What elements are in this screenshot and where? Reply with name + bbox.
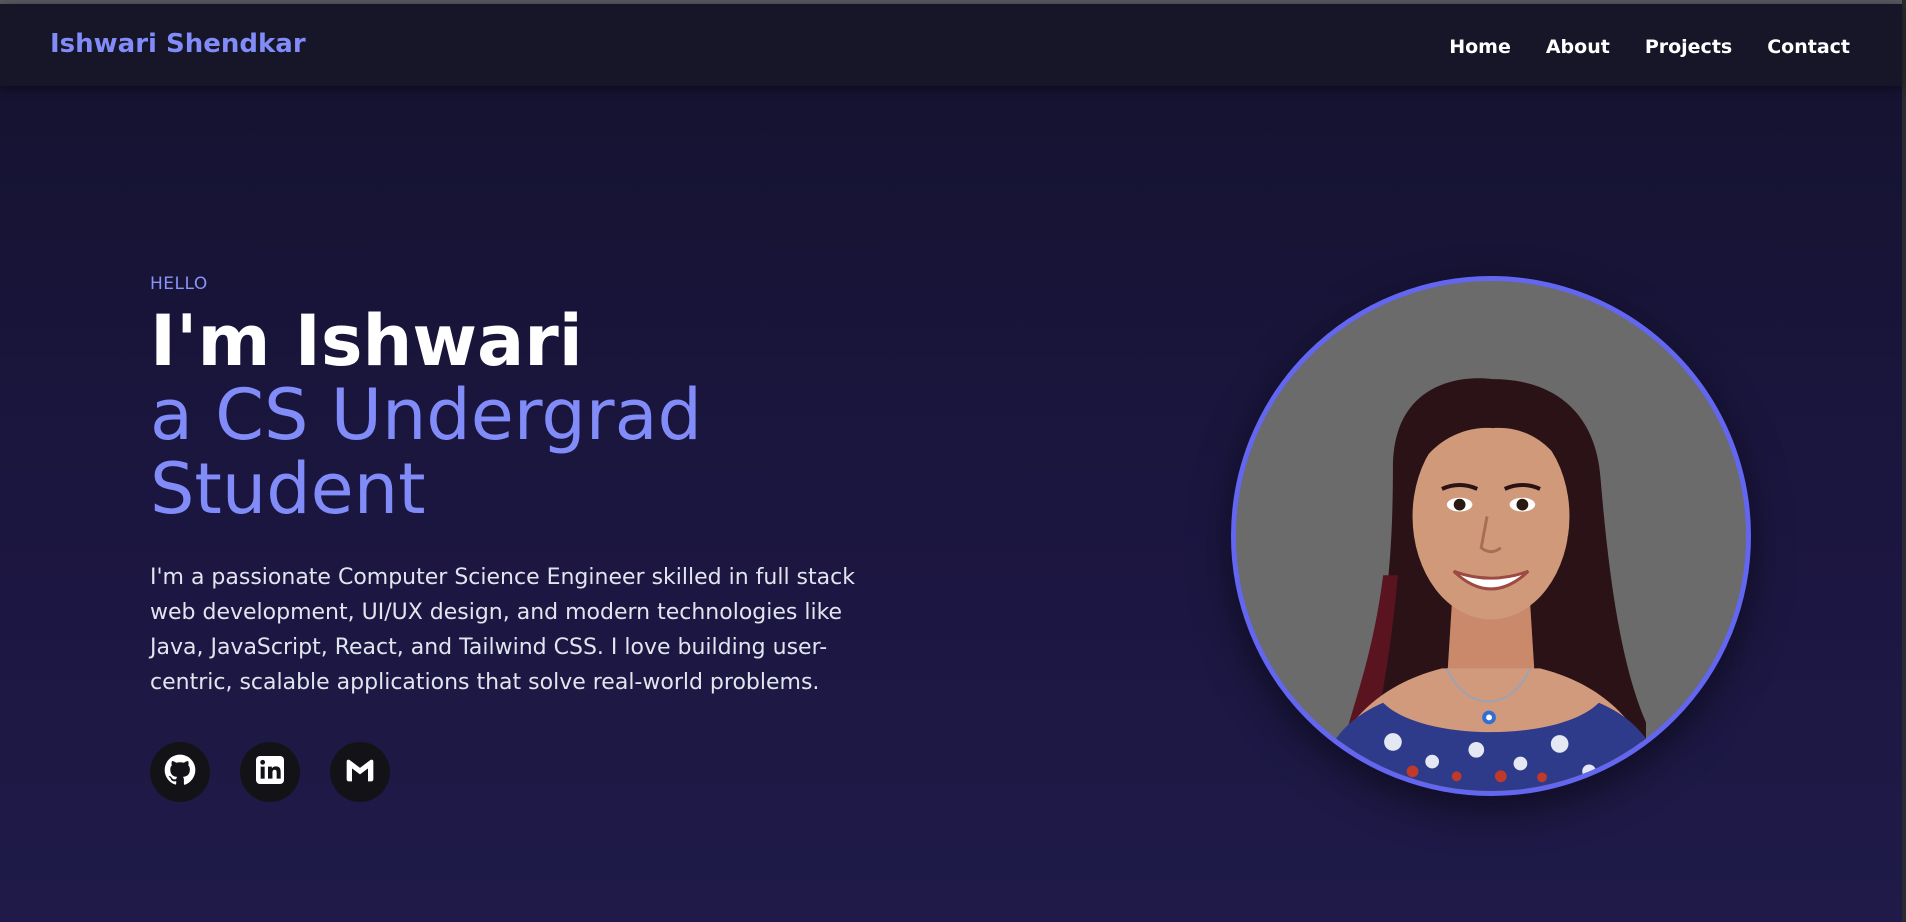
profile-photo: [1231, 276, 1751, 796]
github-icon: [164, 754, 196, 790]
hero-intro: HELLO I'm Ishwari a CS Undergrad Student…: [150, 274, 870, 802]
nav-home-link[interactable]: Home: [1449, 36, 1511, 58]
hero-role-line: Student: [150, 448, 426, 530]
portfolio-page: Ishwari Shendkar Home About Projects Con…: [0, 4, 1902, 922]
social-links: [150, 742, 870, 802]
hero-role: a CS Undergrad Student: [150, 378, 870, 526]
hero-greeting: HELLO: [150, 274, 208, 294]
nav-about-link[interactable]: About: [1546, 36, 1610, 58]
scrollbar[interactable]: [1902, 0, 1906, 922]
github-link[interactable]: [150, 742, 210, 802]
gmail-icon: [344, 754, 376, 790]
profile-photo-portrait: [1236, 281, 1746, 791]
main-nav: Home About Projects Contact: [1449, 36, 1850, 58]
navbar: Ishwari Shendkar Home About Projects Con…: [0, 4, 1902, 86]
hero-role-line: a CS Undergrad: [150, 374, 702, 456]
gmail-link[interactable]: [330, 742, 390, 802]
linkedin-icon: [254, 754, 286, 790]
hero-bio: I'm a passionate Computer Science Engine…: [150, 565, 855, 695]
linkedin-link[interactable]: [240, 742, 300, 802]
nav-contact-link[interactable]: Contact: [1767, 36, 1850, 58]
hero-name: I'm Ishwari: [150, 300, 583, 382]
nav-projects-link[interactable]: Projects: [1645, 36, 1732, 58]
brand-logo[interactable]: Ishwari Shendkar: [50, 29, 306, 59]
